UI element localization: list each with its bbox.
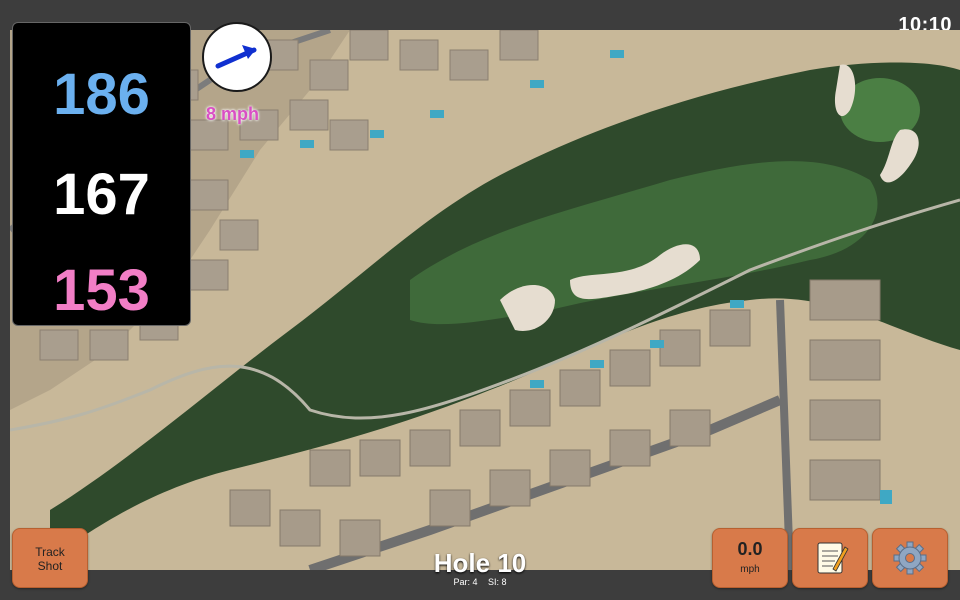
- middle-of-green-distance: 167: [53, 162, 150, 227]
- scorecard-notes-button[interactable]: [792, 528, 868, 588]
- shot-speed-unit: mph: [740, 564, 760, 575]
- distance-panel: 186 167 153: [12, 22, 191, 326]
- shot-speed-value: 0.0: [737, 539, 763, 559]
- notepad-icon: [817, 542, 849, 574]
- shot-speed-button[interactable]: 0.0 mph: [712, 528, 788, 588]
- track-shot-label-line1: Track: [35, 545, 65, 559]
- gear-icon: [893, 541, 927, 575]
- hole-title: Hole 10: [433, 548, 527, 578]
- wind-direction-dial: [202, 22, 272, 92]
- left-border: [0, 30, 10, 570]
- hole-info: Par: 4 SI: 8: [380, 577, 580, 587]
- front-of-green-distance: 153: [53, 258, 150, 323]
- track-shot-button[interactable]: Track Shot: [12, 528, 88, 588]
- settings-button[interactable]: [872, 528, 948, 588]
- back-of-green-distance: 186: [53, 62, 150, 127]
- arrow-up-right-icon: [215, 45, 257, 69]
- hole-par: Par: 4: [453, 577, 478, 587]
- wind-speed-label: 8 mph: [206, 104, 260, 124]
- track-shot-label-line2: Shot: [37, 559, 63, 573]
- hole-stroke-index: SI: 8: [488, 577, 507, 587]
